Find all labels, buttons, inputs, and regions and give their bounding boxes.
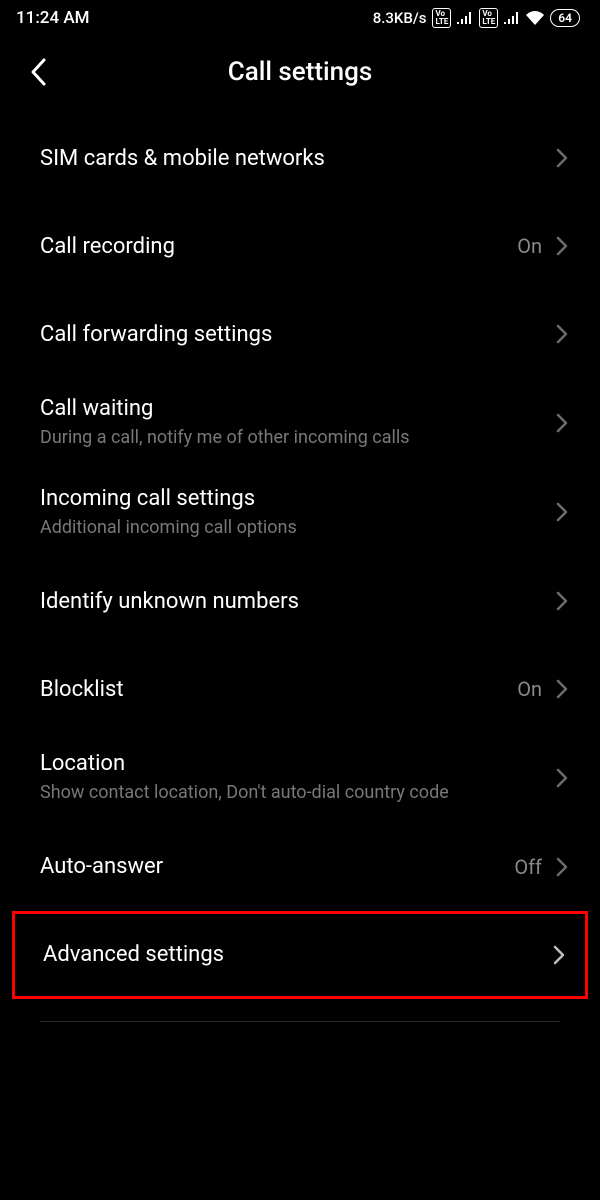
wifi-icon [526, 11, 544, 25]
call-waiting-item[interactable]: Call waiting During a call, notify me of… [0, 378, 600, 468]
chevron-right-icon [553, 945, 565, 965]
call-recording-item[interactable]: Call recording On [0, 202, 600, 290]
status-right: 8.3KB/s VoLTE VoLTE 64 [373, 8, 580, 28]
item-sublabel: Additional incoming call options [40, 517, 556, 540]
identify-unknown-numbers-item[interactable]: Identify unknown numbers [0, 557, 600, 645]
chevron-right-icon [556, 591, 568, 611]
signal-icon [504, 12, 520, 24]
item-label: Blocklist [40, 677, 517, 702]
volte-icon: VoLTE [432, 8, 451, 28]
item-value: On [517, 677, 542, 701]
status-bar: 11:24 AM 8.3KB/s VoLTE VoLTE 64 [0, 0, 600, 36]
advanced-settings-item[interactable]: Advanced settings [12, 911, 588, 999]
incoming-call-settings-item[interactable]: Incoming call settings Additional incomi… [0, 468, 600, 558]
item-label: Advanced settings [43, 942, 553, 967]
divider [40, 1021, 560, 1022]
chevron-right-icon [556, 324, 568, 344]
chevron-right-icon [556, 768, 568, 788]
chevron-right-icon [556, 857, 568, 877]
sim-cards-item[interactable]: SIM cards & mobile networks [0, 114, 600, 202]
call-forwarding-item[interactable]: Call forwarding settings [0, 290, 600, 378]
item-label: Identify unknown numbers [40, 589, 556, 614]
item-label: Incoming call settings [40, 486, 556, 511]
item-label: Call forwarding settings [40, 322, 556, 347]
chevron-right-icon [556, 148, 568, 168]
status-net-speed: 8.3KB/s [373, 9, 427, 27]
item-label: Call waiting [40, 396, 556, 421]
volte-icon: VoLTE [479, 8, 498, 28]
location-item[interactable]: Location Show contact location, Don't au… [0, 733, 600, 823]
page-header: Call settings [0, 36, 600, 114]
chevron-right-icon [556, 413, 568, 433]
battery-icon: 64 [550, 9, 580, 27]
item-label: SIM cards & mobile networks [40, 146, 556, 171]
chevron-right-icon [556, 679, 568, 699]
status-time: 11:24 AM [16, 8, 90, 28]
item-label: Location [40, 751, 556, 776]
item-sublabel: Show contact location, Don't auto-dial c… [40, 782, 556, 805]
chevron-right-icon [556, 236, 568, 256]
item-sublabel: During a call, notify me of other incomi… [40, 427, 556, 450]
blocklist-item[interactable]: Blocklist On [0, 645, 600, 733]
chevron-right-icon [556, 502, 568, 522]
item-value: Off [514, 855, 542, 879]
item-label: Call recording [40, 234, 517, 259]
signal-icon [457, 12, 473, 24]
settings-list: SIM cards & mobile networks Call recordi… [0, 114, 600, 1022]
page-title: Call settings [228, 57, 373, 87]
item-value: On [517, 234, 542, 258]
chevron-left-icon [29, 57, 47, 87]
auto-answer-item[interactable]: Auto-answer Off [0, 823, 600, 911]
back-button[interactable] [20, 54, 56, 90]
item-label: Auto-answer [40, 854, 514, 879]
